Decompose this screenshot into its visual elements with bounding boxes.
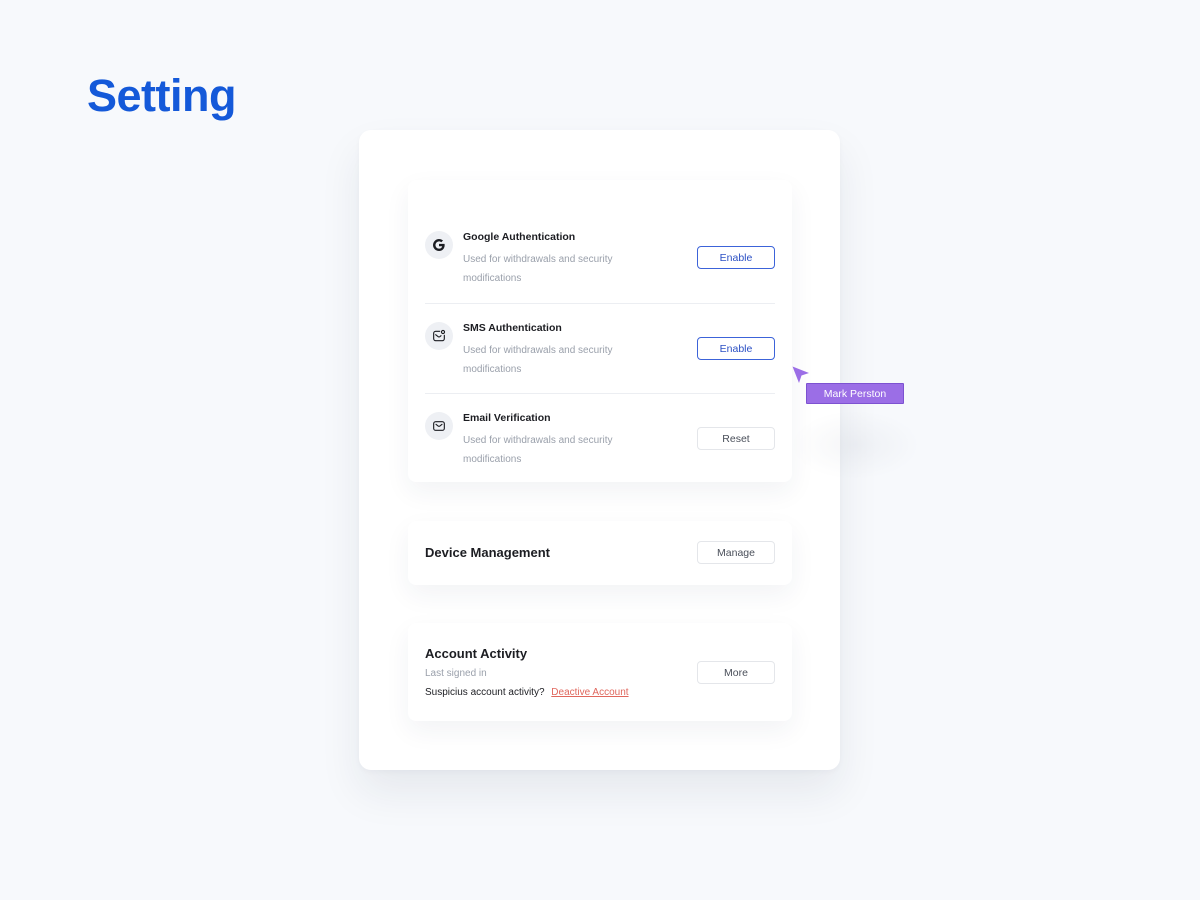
google-enable-button[interactable]: Enable xyxy=(697,246,775,269)
account-activity-title: Account Activity xyxy=(425,646,528,661)
auth-item-description: Used for withdrawals and security modifi… xyxy=(463,435,613,465)
mail-icon xyxy=(425,412,453,440)
last-signed-in-label: Last signed in xyxy=(425,668,487,679)
cursor-shadow xyxy=(790,410,920,480)
suspicious-activity-prompt: Suspicius account activity? xyxy=(425,687,545,698)
auth-item-title: SMS Authentication xyxy=(463,322,562,334)
google-icon xyxy=(425,231,453,259)
deactivate-account-link[interactable]: Deactive Account xyxy=(551,687,628,698)
auth-item-description: Used for withdrawals and security modifi… xyxy=(463,254,613,284)
auth-item-description: Used for withdrawals and security modifi… xyxy=(463,345,613,375)
device-management-title: Device Management xyxy=(425,545,550,560)
email-reset-button[interactable]: Reset xyxy=(697,427,775,450)
account-activity-card: Account Activity Last signed in Suspiciu… xyxy=(408,623,792,721)
authentication-card: Google Authentication Used for withdrawa… xyxy=(408,180,792,482)
sms-icon xyxy=(425,322,453,350)
auth-item-email: Email Verification Used for withdrawals … xyxy=(425,393,775,483)
auth-item-title: Google Authentication xyxy=(463,231,576,243)
more-button[interactable]: More xyxy=(697,661,775,684)
cursor-user-label: Mark Perston xyxy=(806,383,904,404)
suspicious-activity-line: Suspicius account activity? Deactive Acc… xyxy=(425,687,629,698)
manage-button[interactable]: Manage xyxy=(697,541,775,564)
sms-enable-button[interactable]: Enable xyxy=(697,337,775,360)
auth-item-title: Email Verification xyxy=(463,412,551,424)
cursor-arrow-icon xyxy=(792,366,809,383)
auth-item-sms: SMS Authentication Used for withdrawals … xyxy=(425,303,775,393)
page-title: Setting xyxy=(87,70,237,121)
device-management-card: Device Management Manage xyxy=(408,521,792,585)
auth-item-google: Google Authentication Used for withdrawa… xyxy=(425,213,775,303)
